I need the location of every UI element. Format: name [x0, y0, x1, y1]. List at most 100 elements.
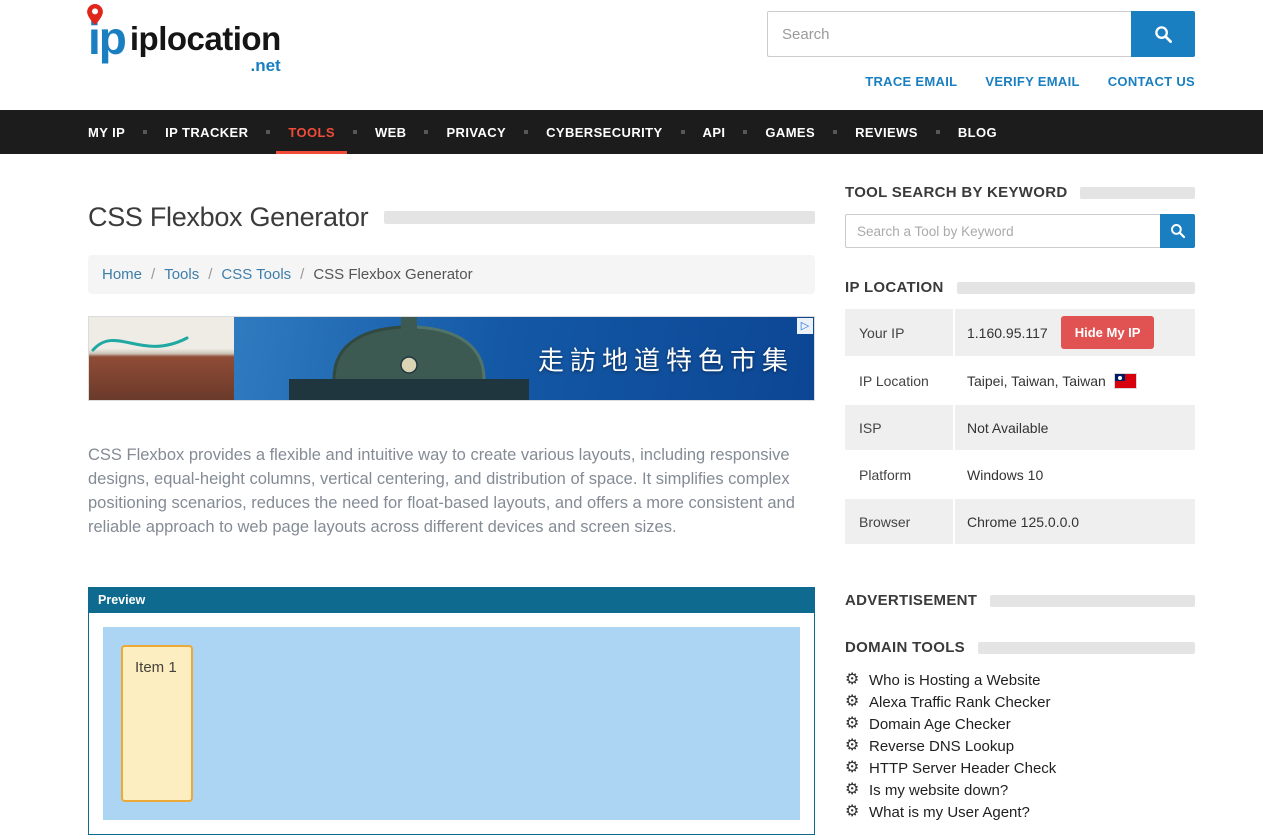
table-row: ISP Not Available [845, 403, 1195, 450]
list-item: ⚙ Reverse DNS Lookup [845, 735, 1195, 757]
list-item: ⚙ What is my User Agent? [845, 801, 1195, 823]
preview-body: Item 1 [88, 613, 815, 835]
gear-icon: ⚙ [845, 782, 869, 798]
domain-tool-link-alexa-rank[interactable]: Alexa Traffic Rank Checker [869, 694, 1050, 711]
table-row: Your IP 1.160.95.117 Hide My IP [845, 309, 1195, 356]
ip-location-heading: IP LOCATION [845, 279, 944, 296]
tool-search-input[interactable] [845, 214, 1160, 248]
domain-tools-list: ⚙ Who is Hosting a Website ⚙ Alexa Traff… [845, 669, 1195, 823]
ip-row-value: 1.160.95.117 Hide My IP [955, 309, 1195, 356]
breadcrumb-css-tools[interactable]: CSS Tools [221, 266, 291, 283]
ip-info-table: Your IP 1.160.95.117 Hide My IP IP Locat… [845, 309, 1195, 544]
domain-tool-link-domain-age[interactable]: Domain Age Checker [869, 716, 1011, 733]
content-column: CSS Flexbox Generator Home / Tools / CSS… [88, 184, 815, 835]
nav-item-web[interactable]: WEB [363, 110, 419, 154]
domain-tool-link-hosting[interactable]: Who is Hosting a Website [869, 672, 1040, 689]
nav-item-my-ip[interactable]: MY IP [88, 110, 137, 154]
ad-banner[interactable]: 走訪地道特色市集 ▷ [88, 316, 815, 401]
header-links: TRACE EMAIL VERIFY EMAIL CONTACT US [767, 74, 1195, 89]
tool-description: CSS Flexbox provides a flexible and intu… [88, 443, 815, 539]
preview-header-title: Preview [88, 587, 815, 613]
nav-separator [424, 130, 428, 134]
logo-mark: ip [88, 15, 125, 61]
nav-item-blog[interactable]: BLOG [946, 110, 1009, 154]
dome-illustration [289, 317, 529, 400]
ad-creative: 走訪地道特色市集 [234, 317, 814, 400]
taiwan-flag-icon [1115, 374, 1136, 388]
breadcrumb-separator: / [151, 266, 155, 283]
domain-tools-heading: DOMAIN TOOLS [845, 639, 965, 656]
title-decorative-bar [384, 211, 815, 224]
ip-row-label: IP Location [845, 358, 955, 403]
nav-item-cybersecurity[interactable]: CYBERSECURITY [534, 110, 674, 154]
nav-separator [681, 130, 685, 134]
header-search-input[interactable] [767, 11, 1131, 57]
nav-separator [936, 130, 940, 134]
breadcrumb-separator: / [300, 266, 304, 283]
nav-separator [353, 130, 357, 134]
ad-text: 走訪地道特色市集 [538, 340, 794, 377]
list-item: ⚙ Who is Hosting a Website [845, 669, 1195, 691]
gear-icon: ⚙ [845, 738, 869, 754]
advertisement-heading: ADVERTISEMENT [845, 592, 977, 609]
ad-photo [89, 317, 234, 400]
breadcrumb-tools[interactable]: Tools [164, 266, 199, 283]
nav-item-privacy[interactable]: PRIVACY [434, 110, 518, 154]
list-item: ⚙ Domain Age Checker [845, 713, 1195, 735]
ip-location-value: Taipei, Taiwan, Taiwan [967, 373, 1106, 389]
logo[interactable]: ip iplocation .net [88, 15, 281, 74]
nav-item-ip-tracker[interactable]: IP TRACKER [153, 110, 260, 154]
domain-tool-link-http-header[interactable]: HTTP Server Header Check [869, 760, 1056, 777]
nav-separator [833, 130, 837, 134]
tool-search-button[interactable] [1160, 214, 1195, 248]
nav-item-api[interactable]: API [691, 110, 738, 154]
table-row: IP Location Taipei, Taiwan, Taiwan [845, 356, 1195, 403]
gear-icon: ⚙ [845, 716, 869, 732]
breadcrumb-current: CSS Flexbox Generator [313, 266, 472, 283]
ip-row-label: Your IP [845, 309, 955, 356]
main-nav: MY IP IP TRACKER TOOLS WEB PRIVACY CYBER… [0, 110, 1263, 154]
heading-decorative-bar [957, 282, 1195, 294]
nav-separator [524, 130, 528, 134]
nav-item-tools[interactable]: TOOLS [276, 110, 347, 154]
heading-decorative-bar [978, 642, 1195, 654]
ip-row-label: Browser [845, 499, 955, 544]
verify-email-link[interactable]: VERIFY EMAIL [985, 74, 1079, 89]
nav-item-games[interactable]: GAMES [753, 110, 827, 154]
gear-icon: ⚙ [845, 804, 869, 820]
preview-panel: Preview Item 1 [88, 587, 815, 835]
browser-value: Chrome 125.0.0.0 [955, 499, 1195, 544]
hide-my-ip-button[interactable]: Hide My IP [1061, 316, 1155, 349]
adchoices-icon[interactable]: ▷ [797, 318, 813, 334]
breadcrumb: Home / Tools / CSS Tools / CSS Flexbox G… [88, 255, 815, 294]
header-search-button[interactable] [1131, 11, 1195, 57]
list-item: ⚙ HTTP Server Header Check [845, 757, 1195, 779]
domain-tool-link-reverse-dns[interactable]: Reverse DNS Lookup [869, 738, 1014, 755]
ad-curve-decoration [91, 320, 191, 360]
sidebar: TOOL SEARCH BY KEYWORD IP LOCATION Your … [845, 184, 1195, 823]
page-title: CSS Flexbox Generator [88, 202, 368, 233]
ip-row-label: ISP [845, 405, 955, 450]
tool-search [845, 214, 1195, 248]
nav-separator [743, 130, 747, 134]
ip-row-label: Platform [845, 452, 955, 497]
location-pin-icon [87, 4, 103, 25]
breadcrumb-separator: / [208, 266, 212, 283]
flex-container-demo: Item 1 [103, 627, 800, 820]
logo-net: .net [251, 57, 281, 74]
trace-email-link[interactable]: TRACE EMAIL [865, 74, 957, 89]
breadcrumb-home[interactable]: Home [102, 266, 142, 283]
platform-value: Windows 10 [955, 452, 1195, 497]
gear-icon: ⚙ [845, 760, 869, 776]
page: ip iplocation .net TRACE EMAIL VERIFY EM… [0, 0, 1263, 835]
domain-tool-link-website-down[interactable]: Is my website down? [869, 782, 1008, 799]
header-right: TRACE EMAIL VERIFY EMAIL CONTACT US [767, 11, 1195, 89]
domain-tool-link-user-agent[interactable]: What is my User Agent? [869, 804, 1030, 821]
heading-decorative-bar [1080, 187, 1195, 199]
nav-item-reviews[interactable]: REVIEWS [843, 110, 930, 154]
tool-search-heading: TOOL SEARCH BY KEYWORD [845, 184, 1067, 201]
logo-wordmark: iplocation .net [130, 22, 281, 74]
gear-icon: ⚙ [845, 672, 869, 688]
list-item: ⚙ Alexa Traffic Rank Checker [845, 691, 1195, 713]
contact-us-link[interactable]: CONTACT US [1108, 74, 1195, 89]
